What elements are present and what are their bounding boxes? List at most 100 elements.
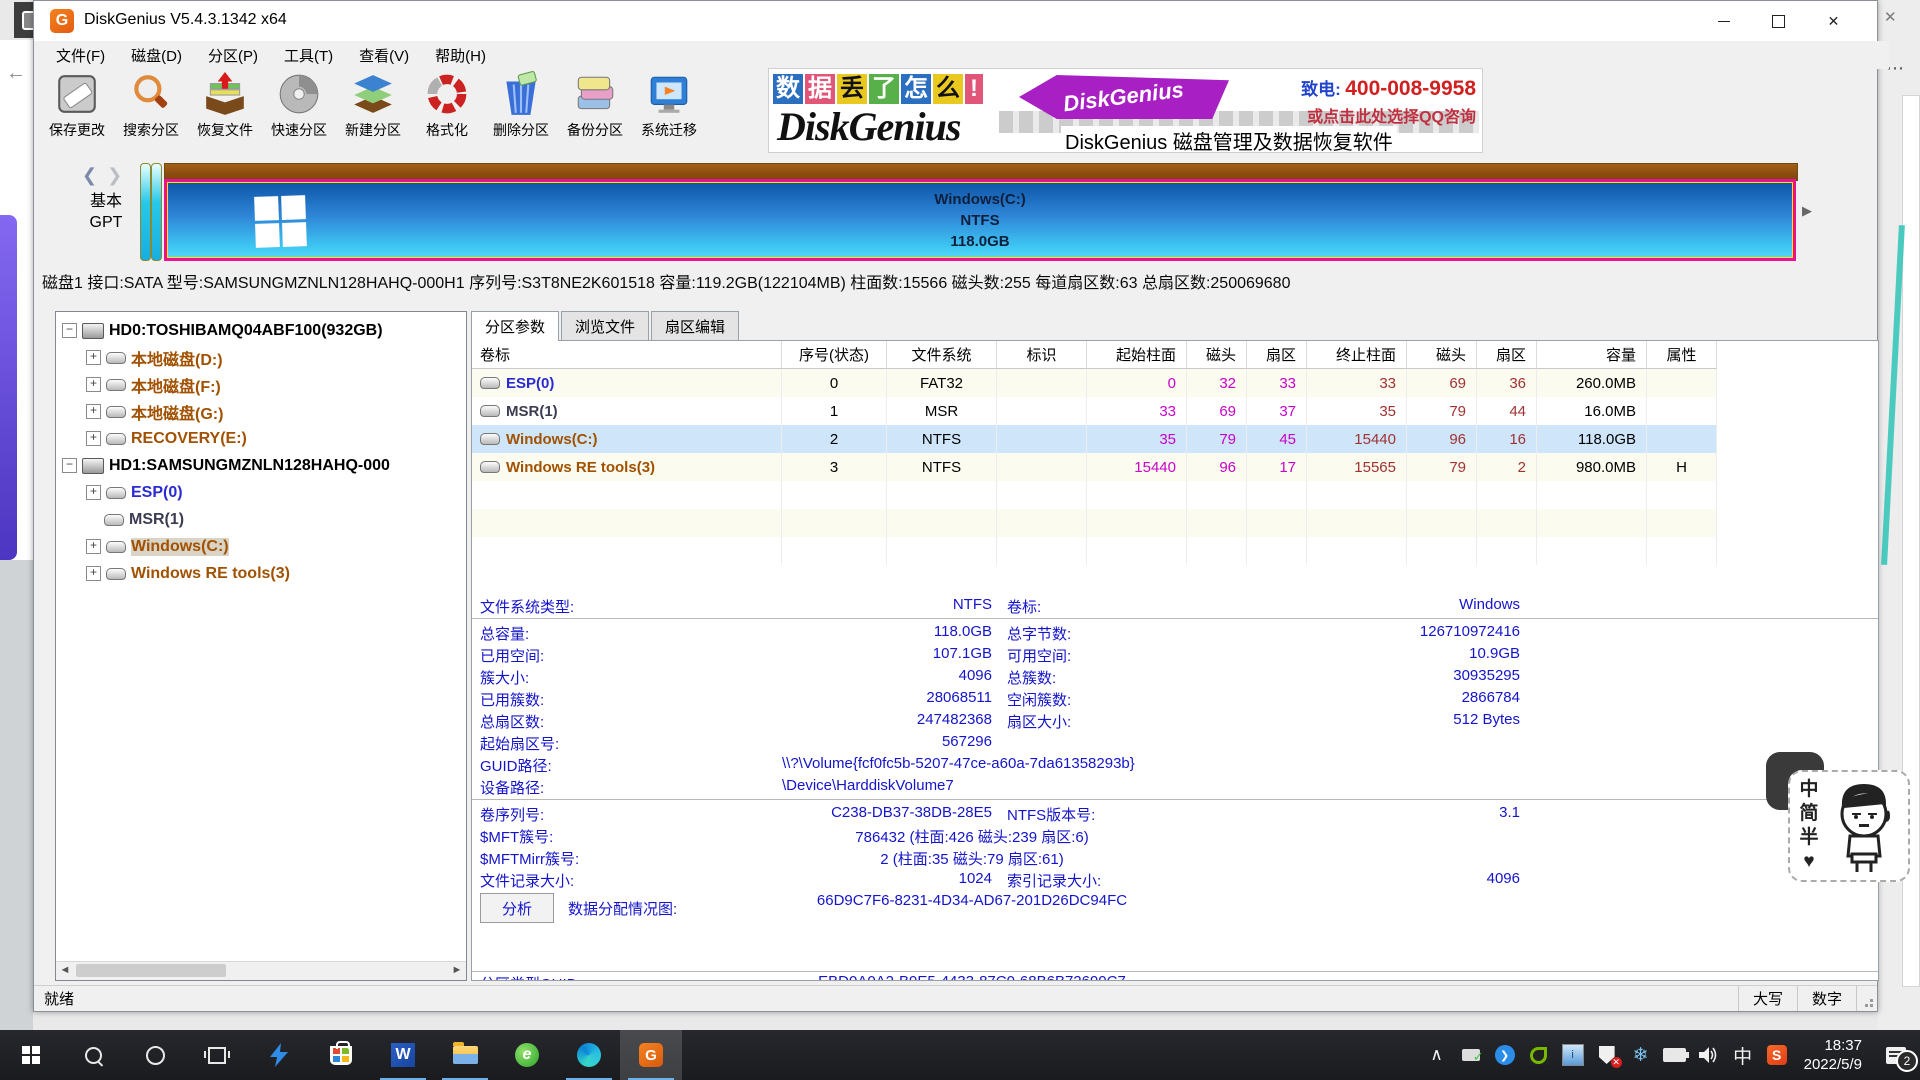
table-row[interactable]: MSR(1) 1MSR 336937 357944 16.0MB bbox=[472, 397, 1717, 425]
word-icon[interactable]: W bbox=[372, 1030, 434, 1080]
flash-app-icon[interactable] bbox=[248, 1030, 310, 1080]
tree-item-local-g[interactable]: +本地磁盘(G:) bbox=[56, 398, 466, 425]
table-row[interactable]: Windows RE tools(3) 3NTFS 154409617 1556… bbox=[472, 453, 1717, 481]
menu-help[interactable]: 帮助(H) bbox=[425, 41, 496, 69]
partition-bar-windows-c[interactable]: Windows(C:) NTFS 118.0GB bbox=[164, 179, 1796, 261]
tree-item-recovery-e[interactable]: +RECOVERY(E:) bbox=[56, 425, 466, 452]
tree-item-hd0[interactable]: −HD0:TOSHIBAMQ04ABF100(932GB) bbox=[56, 317, 466, 344]
browser-360-icon[interactable]: e bbox=[496, 1030, 558, 1080]
partition-bar-esp[interactable] bbox=[140, 163, 151, 261]
tray-nvidia-icon[interactable] bbox=[1522, 1030, 1556, 1080]
maximize-button[interactable] bbox=[1751, 1, 1806, 41]
scroll-right-icon[interactable]: ► bbox=[448, 962, 466, 979]
background-close-icon[interactable]: ✕ bbox=[1884, 8, 1897, 26]
tree-item-local-f[interactable]: +本地磁盘(F:) bbox=[56, 371, 466, 398]
tray-intel-graphics-icon[interactable]: i bbox=[1556, 1030, 1590, 1080]
expand-icon[interactable]: + bbox=[86, 566, 101, 581]
tree-item-hd1[interactable]: −HD1:SAMSUNGMZNLN128HAHQ-000 bbox=[56, 452, 466, 479]
minimize-button[interactable] bbox=[1696, 1, 1751, 41]
sogou-ime-statusbar[interactable]: 中 简 半 ♥ bbox=[1788, 770, 1910, 882]
edge-icon[interactable] bbox=[558, 1030, 620, 1080]
tree-item-local-d[interactable]: +本地磁盘(D:) bbox=[56, 344, 466, 371]
num-indicator: 数字 bbox=[1797, 986, 1856, 1011]
table-row[interactable]: ESP(0) 0FAT32 03233 336936 260.0MB bbox=[472, 369, 1717, 397]
window-title: DiskGenius V5.4.3.1342 x64 bbox=[84, 11, 287, 29]
new-partition-button[interactable]: 新建分区 bbox=[336, 69, 410, 149]
menu-file[interactable]: 文件(F) bbox=[46, 41, 115, 69]
collapse-icon[interactable]: − bbox=[62, 323, 77, 338]
resize-grip[interactable] bbox=[1856, 986, 1877, 1011]
tray-bluebird-icon[interactable]: ❯ bbox=[1488, 1030, 1522, 1080]
search-partition-button[interactable]: 搜索分区 bbox=[114, 69, 188, 149]
notification-badge: 2 bbox=[1896, 1050, 1918, 1072]
tab-sector-edit[interactable]: 扇区编辑 bbox=[651, 311, 739, 340]
status-ready: 就绪 bbox=[34, 988, 1738, 1009]
quick-partition-button[interactable]: 快速分区 bbox=[262, 69, 336, 149]
tray-ime-mode-indicator[interactable]: 中 bbox=[1726, 1030, 1760, 1080]
cortana-icon[interactable] bbox=[124, 1030, 186, 1080]
tray-sogou-icon[interactable]: S bbox=[1760, 1030, 1794, 1080]
partition-icon bbox=[106, 352, 126, 364]
taskbar-diskgenius-button[interactable]: G bbox=[620, 1030, 682, 1080]
menu-disk[interactable]: 磁盘(D) bbox=[121, 41, 192, 69]
start-button[interactable] bbox=[0, 1030, 62, 1080]
tray-printer-icon[interactable]: ✓ bbox=[1454, 1030, 1488, 1080]
notification-center-icon[interactable]: 2 bbox=[1872, 1030, 1920, 1080]
ad-qq-link[interactable]: 或点击此处选择QQ咨询 bbox=[1301, 103, 1476, 127]
save-changes-button[interactable]: 保存更改 bbox=[40, 69, 114, 149]
system-migrate-icon bbox=[646, 71, 692, 117]
expand-icon[interactable]: + bbox=[86, 539, 101, 554]
close-button[interactable]: ✕ bbox=[1806, 1, 1861, 41]
partition-icon bbox=[480, 405, 500, 417]
partition-bar-msr[interactable] bbox=[151, 163, 162, 261]
menu-partition[interactable]: 分区(P) bbox=[198, 41, 268, 69]
menu-tools[interactable]: 工具(T) bbox=[274, 41, 343, 69]
back-arrow-icon[interactable]: ← bbox=[6, 62, 26, 85]
ime-simplified-indicator[interactable]: 简 bbox=[1790, 802, 1828, 826]
tray-chevron-up-icon[interactable]: ∧ bbox=[1420, 1030, 1454, 1080]
disk-next-icon[interactable]: ❯ bbox=[107, 165, 122, 186]
task-view-icon[interactable] bbox=[186, 1030, 248, 1080]
tree-item-esp[interactable]: +ESP(0) bbox=[56, 479, 466, 506]
ime-chinese-indicator[interactable]: 中 bbox=[1790, 778, 1828, 802]
tree-item-windows-re[interactable]: +Windows RE tools(3) bbox=[56, 560, 466, 587]
tray-battery-icon[interactable] bbox=[1658, 1030, 1692, 1080]
taskbar-search-icon[interactable] bbox=[62, 1030, 124, 1080]
scrollbar-thumb[interactable] bbox=[76, 964, 226, 977]
tray-volume-icon[interactable] bbox=[1692, 1030, 1726, 1080]
scroll-left-icon[interactable]: ◄ bbox=[56, 962, 74, 979]
tab-partition-params[interactable]: 分区参数 bbox=[471, 311, 559, 341]
table-row-selected[interactable]: Windows(C:) 2NTFS 357945 154409616 118.0… bbox=[472, 425, 1717, 453]
analyze-button[interactable]: 分析 bbox=[480, 893, 554, 923]
expand-icon[interactable]: + bbox=[86, 431, 101, 446]
collapse-icon[interactable]: − bbox=[62, 458, 77, 473]
disk-prev-icon[interactable]: ❮ bbox=[82, 165, 97, 186]
tray-snowflake-icon[interactable]: ❄ bbox=[1624, 1030, 1658, 1080]
microsoft-store-icon[interactable] bbox=[310, 1030, 372, 1080]
system-migrate-button[interactable]: 系统迁移 bbox=[632, 69, 706, 149]
tray-defender-alert-icon[interactable]: ✕ bbox=[1590, 1030, 1624, 1080]
ad-ribbon: DiskGenius bbox=[1019, 75, 1229, 119]
expand-icon[interactable]: + bbox=[86, 485, 101, 500]
backup-partition-button[interactable]: 备份分区 bbox=[558, 69, 632, 149]
expand-icon[interactable]: + bbox=[86, 377, 101, 392]
expand-icon[interactable]: + bbox=[86, 350, 101, 365]
title-bar[interactable]: G DiskGenius V5.4.3.1342 x64 ✕ bbox=[34, 1, 1877, 41]
file-explorer-icon[interactable] bbox=[434, 1030, 496, 1080]
ime-heart-icon[interactable]: ♥ bbox=[1790, 850, 1828, 874]
detail-row: 总扇区数:247482368扇区大小:512 Bytes bbox=[472, 709, 1878, 731]
ime-halfwidth-indicator[interactable]: 半 bbox=[1790, 826, 1828, 850]
menu-view[interactable]: 查看(V) bbox=[349, 41, 419, 69]
delete-partition-button[interactable]: 删除分区 bbox=[484, 69, 558, 149]
format-button[interactable]: 格式化 bbox=[410, 69, 484, 149]
recover-files-button[interactable]: 恢复文件 bbox=[188, 69, 262, 149]
menu-bar: 文件(F) 磁盘(D) 分区(P) 工具(T) 查看(V) 帮助(H) bbox=[34, 41, 1889, 69]
tree-item-msr[interactable]: MSR(1) bbox=[56, 506, 466, 533]
tree-horizontal-scrollbar[interactable]: ◄ ► bbox=[56, 961, 466, 980]
tab-browse-files[interactable]: 浏览文件 bbox=[561, 311, 649, 340]
expand-icon[interactable]: + bbox=[86, 404, 101, 419]
ad-banner[interactable]: 数据丢了怎么! DiskGenius 致电: 400-008-9958 或点击此… bbox=[768, 68, 1483, 153]
taskbar-clock[interactable]: 18:37 2022/5/9 bbox=[1794, 1036, 1872, 1074]
tree-item-windows-c[interactable]: +Windows(C:) bbox=[56, 533, 466, 560]
disk-map-scroll-right-icon[interactable]: ▶ bbox=[1802, 203, 1812, 219]
